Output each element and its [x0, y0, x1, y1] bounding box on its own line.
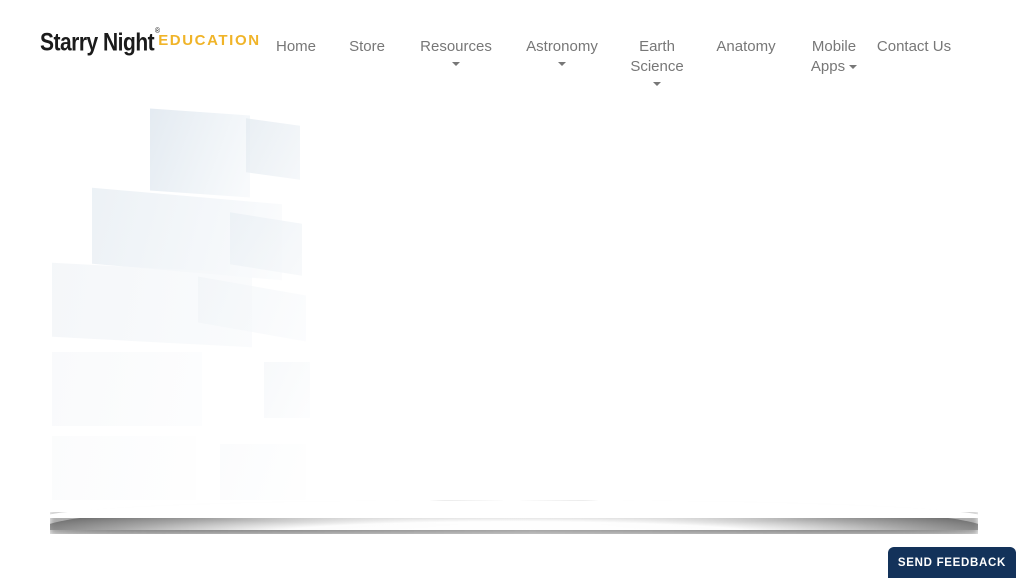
hero-image-fragment — [52, 436, 196, 500]
nav-item-anatomy-label: Anatomy — [716, 38, 776, 55]
nav-item-contact-us-label: Contact Us — [876, 38, 952, 55]
nav-item-resources[interactable]: Resources — [404, 32, 508, 73]
site-header: Starry Night® EDUCATION Home Store Resou… — [0, 0, 1028, 100]
nav-item-anatomy[interactable]: Anatomy — [698, 32, 794, 57]
curl-highlight-mask — [50, 500, 978, 518]
nav-resources-caret-wrap — [404, 59, 508, 73]
logo-subbrand-text: EDUCATION — [158, 32, 261, 49]
hero-image-fragment — [52, 352, 202, 426]
hero-image-region — [50, 100, 978, 515]
registered-trademark-icon: ® — [154, 26, 160, 36]
nav-item-resources-label: Resources — [420, 38, 492, 55]
hero-image-fragment — [150, 108, 250, 198]
send-feedback-label: SEND FEEDBACK — [897, 556, 1007, 569]
logo-brand-text: Starry Night® — [40, 26, 160, 57]
nav-item-earth-science[interactable]: Earth Science — [616, 32, 698, 93]
chevron-down-icon[interactable] — [653, 82, 661, 87]
nav-item-astronomy[interactable]: Astronomy — [508, 32, 616, 73]
nav-item-store[interactable]: Store — [330, 32, 404, 57]
site-logo[interactable]: Starry Night® EDUCATION — [40, 26, 261, 57]
nav-item-store-label: Store — [349, 38, 385, 55]
primary-navigation: Home Store Resources Astronomy Earth Sci… — [262, 32, 1022, 93]
page-root: Starry Night® EDUCATION Home Store Resou… — [0, 0, 1028, 578]
nav-item-contact-us[interactable]: Contact Us — [874, 32, 954, 57]
hero-image-fragment — [220, 444, 306, 500]
nav-item-home[interactable]: Home — [262, 32, 330, 57]
nav-item-mobile-apps-label: Mobile Apps — [810, 38, 858, 75]
nav-earth-science-caret-wrap — [616, 79, 698, 93]
hero-image-fragment — [264, 362, 310, 418]
nav-item-astronomy-label: Astronomy — [526, 38, 598, 55]
nav-astronomy-caret-wrap — [508, 59, 616, 73]
hero-image-fragment — [246, 118, 300, 180]
nav-item-mobile-apps[interactable]: Mobile Apps — [794, 32, 874, 77]
nav-item-home-label: Home — [275, 38, 316, 55]
nav-item-earth-science-label: Earth Science — [630, 38, 684, 75]
chevron-down-icon[interactable] — [849, 65, 858, 70]
send-feedback-button[interactable]: SEND FEEDBACK — [888, 547, 1016, 578]
chevron-down-icon[interactable] — [558, 62, 566, 67]
page-bottom-background — [0, 534, 1028, 578]
chevron-down-icon[interactable] — [452, 62, 460, 67]
